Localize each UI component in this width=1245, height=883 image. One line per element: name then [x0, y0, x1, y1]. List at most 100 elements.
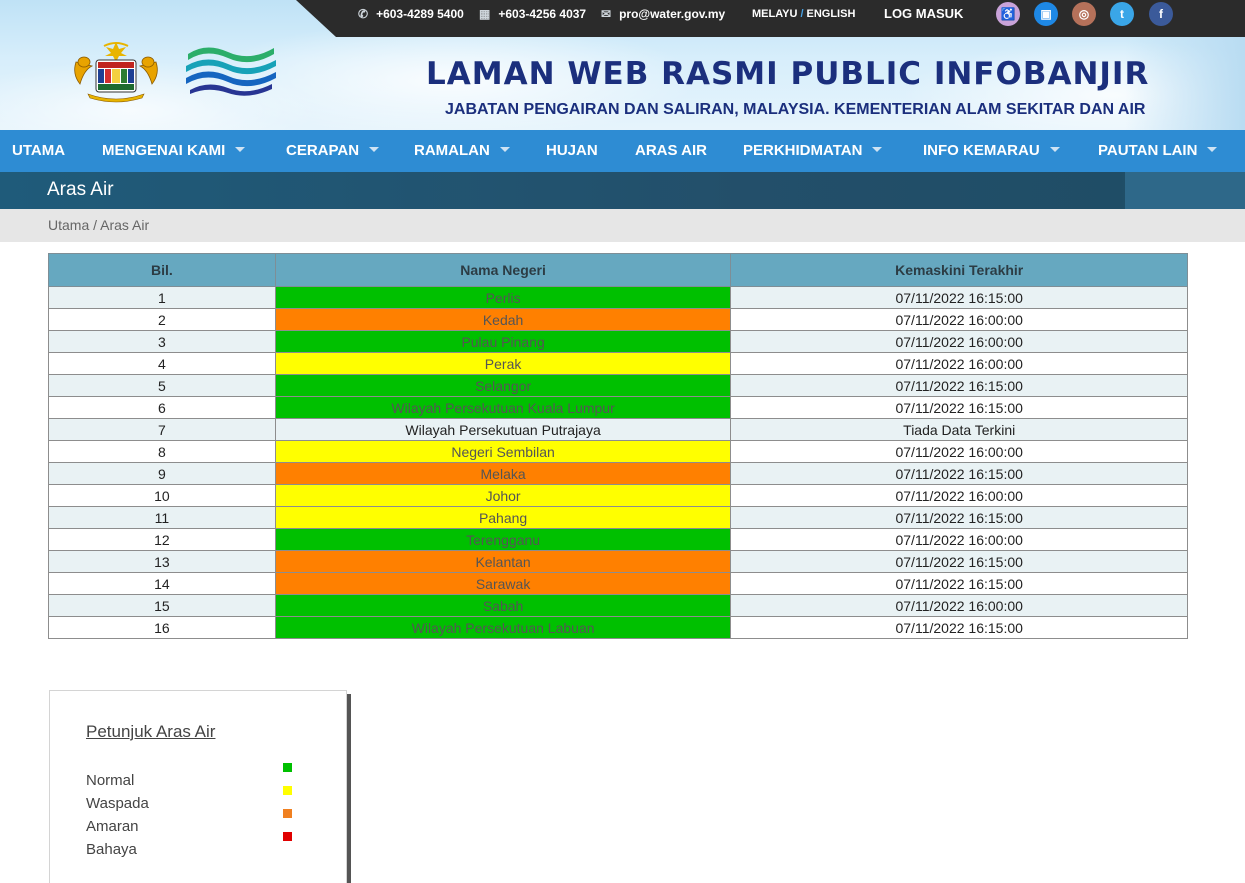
- legend-swatch: [283, 832, 292, 841]
- nav-item-hujan[interactable]: HUJAN: [546, 130, 598, 172]
- twitter-icon[interactable]: t: [1110, 2, 1134, 26]
- state-name-cell[interactable]: Terengganu: [274, 528, 732, 551]
- nav-item-info-kemarau[interactable]: INFO KEMARAU: [923, 130, 1060, 172]
- state-name-cell[interactable]: Sarawak: [274, 572, 732, 595]
- fax-contact[interactable]: ▦ +603-4256 4037: [479, 0, 586, 28]
- jps-waves-logo[interactable]: [184, 44, 278, 96]
- main-nav: UTAMA MENGENAI KAMI CERAPAN RAMALAN HUJAN ARA…: [0, 130, 1245, 172]
- lang-melayu-link[interactable]: MELAYU: [752, 8, 797, 20]
- state-name-cell[interactable]: Pulau Pinang: [274, 330, 732, 353]
- row-number: 6: [48, 396, 276, 419]
- row-number: 9: [48, 462, 276, 485]
- row-number: 2: [48, 308, 276, 331]
- last-updated-cell: Tiada Data Terkini: [730, 418, 1188, 441]
- nav-item-label: HUJAN: [546, 142, 598, 159]
- last-updated-cell: 07/11/2022 16:15:00: [730, 462, 1188, 485]
- last-updated-cell: 07/11/2022 16:15:00: [730, 286, 1188, 309]
- nav-item-mengenai-kami[interactable]: MENGENAI KAMI: [102, 130, 246, 172]
- book-icon[interactable]: ▣: [1034, 2, 1058, 26]
- nav-item-label: MENGENAI KAMI: [102, 142, 226, 159]
- table-header-row: Bil. Nama Negeri Kemaskini Terakhir: [48, 253, 1188, 287]
- nav-item-aras-air[interactable]: ARAS AIR: [635, 130, 707, 172]
- state-name-cell[interactable]: Melaka: [274, 462, 732, 485]
- last-updated-cell: 07/11/2022 16:15:00: [730, 550, 1188, 573]
- state-name-cell[interactable]: Pahang: [274, 506, 732, 529]
- col-header-state[interactable]: Nama Negeri: [274, 253, 732, 287]
- col-header-updated[interactable]: Kemaskini Terakhir: [730, 253, 1188, 287]
- site-subtitle: JABATAN PENGAIRAN DAN SALIRAN, MALAYSIA.…: [445, 101, 1146, 118]
- last-updated-cell: 07/11/2022 16:15:00: [730, 396, 1188, 419]
- last-updated-cell: 07/11/2022 16:00:00: [730, 308, 1188, 331]
- last-updated-cell: 07/11/2022 16:00:00: [730, 594, 1188, 617]
- legend-item: Amaran: [86, 809, 296, 841]
- table-row: 4 Perak 07/11/2022 16:00:00: [48, 352, 1188, 375]
- legend-swatch: [283, 763, 292, 772]
- nav-item-perkhidmatan[interactable]: PERKHIDMATAN: [743, 130, 883, 172]
- row-number: 5: [48, 374, 276, 397]
- login-link[interactable]: LOG MASUK: [884, 0, 963, 28]
- nav-item-utama[interactable]: UTAMA: [12, 130, 65, 172]
- coat-of-arms-logo[interactable]: [70, 40, 162, 104]
- last-updated-cell: 07/11/2022 16:00:00: [730, 528, 1188, 551]
- email-contact[interactable]: ✉ pro@water.gov.my: [601, 0, 725, 28]
- state-name-cell[interactable]: Selangor: [274, 374, 732, 397]
- nav-item-pautan-lain[interactable]: PAUTAN LAIN: [1098, 130, 1218, 172]
- legend-label: Waspada: [86, 795, 149, 812]
- state-name-cell[interactable]: Sabah: [274, 594, 732, 617]
- table-row: 13 Kelantan 07/11/2022 16:15:00: [48, 550, 1188, 573]
- fax-number: +603-4256 4037: [498, 7, 587, 21]
- caret-down-icon: [872, 147, 883, 152]
- email-address: pro@water.gov.my: [619, 7, 726, 21]
- breadcrumb: Utama / Aras Air: [0, 209, 1245, 242]
- state-name-cell[interactable]: Johor: [274, 484, 732, 507]
- row-number: 16: [48, 616, 276, 639]
- lang-english-link[interactable]: ENGLISH: [807, 8, 856, 20]
- caret-down-icon: [499, 147, 510, 152]
- phone-contact[interactable]: ✆ +603-4289 5400: [358, 0, 464, 28]
- row-number: 11: [48, 506, 276, 529]
- language-switcher: MELAYU / ENGLISH: [752, 0, 855, 28]
- last-updated-cell: 07/11/2022 16:00:00: [730, 352, 1188, 375]
- state-name-cell[interactable]: Wilayah Persekutuan Labuan: [274, 616, 732, 639]
- col-header-bil[interactable]: Bil.: [48, 253, 276, 287]
- phone-number: +603-4289 5400: [376, 7, 464, 21]
- nav-item-ramalan[interactable]: RAMALAN: [414, 130, 510, 172]
- table-body: 1 Perlis 07/11/2022 16:15:00 2 Kedah 07/11/20…: [48, 286, 1188, 639]
- fax-icon: ▦: [479, 7, 491, 21]
- state-name-cell[interactable]: Kedah: [274, 308, 732, 331]
- phone-icon: ✆: [358, 7, 369, 21]
- state-name-cell[interactable]: Wilayah Persekutuan Kuala Lumpur: [274, 396, 732, 419]
- table-row: 15 Sabah 07/11/2022 16:00:00: [48, 594, 1188, 617]
- caret-down-icon: [235, 147, 246, 152]
- table-row: 11 Pahang 07/11/2022 16:15:00: [48, 506, 1188, 529]
- table-row: 10 Johor 07/11/2022 16:00:00: [48, 484, 1188, 507]
- legend-label: Amaran: [86, 818, 139, 835]
- table-row: 5 Selangor 07/11/2022 16:15:00: [48, 374, 1188, 397]
- accessibility-icon[interactable]: ♿: [996, 2, 1020, 26]
- last-updated-cell: 07/11/2022 16:00:00: [730, 484, 1188, 507]
- facebook-icon[interactable]: f: [1149, 2, 1173, 26]
- table-row: 9 Melaka 07/11/2022 16:15:00: [48, 462, 1188, 485]
- table-row: 12 Terengganu 07/11/2022 16:00:00: [48, 528, 1188, 551]
- row-number: 7: [48, 418, 276, 441]
- state-name-cell[interactable]: Perak: [274, 352, 732, 375]
- state-name-cell[interactable]: Wilayah Persekutuan Putrajaya: [274, 418, 732, 441]
- top-utility-bar: ✆ +603-4289 5400 ▦ +603-4256 4037 ✉ pro@wat…: [296, 0, 1245, 37]
- state-name-cell[interactable]: Perlis: [274, 286, 732, 309]
- state-name-cell[interactable]: Kelantan: [274, 550, 732, 573]
- table-row: 3 Pulau Pinang 07/11/2022 16:00:00: [48, 330, 1188, 353]
- table-row: 16 Wilayah Persekutuan Labuan 07/11/2022 1…: [48, 616, 1188, 639]
- site-title: LAMAN WEB RASMI PUBLIC INFOBANJIR: [426, 56, 1150, 92]
- table-row: 8 Negeri Sembilan 07/11/2022 16:00:00: [48, 440, 1188, 463]
- last-updated-cell: 07/11/2022 16:15:00: [730, 506, 1188, 529]
- nav-item-cerapan[interactable]: CERAPAN: [286, 130, 380, 172]
- instagram-icon[interactable]: ◎: [1072, 2, 1096, 26]
- legend-item: Normal: [86, 763, 296, 795]
- legend-label: Bahaya: [86, 841, 137, 858]
- nav-item-label: PERKHIDMATAN: [743, 142, 863, 159]
- legend-swatch: [283, 786, 292, 795]
- legend-swatch: [283, 809, 292, 818]
- state-name-cell[interactable]: Negeri Sembilan: [274, 440, 732, 463]
- row-number: 14: [48, 572, 276, 595]
- page-heading-bar: Aras Air: [0, 172, 1245, 209]
